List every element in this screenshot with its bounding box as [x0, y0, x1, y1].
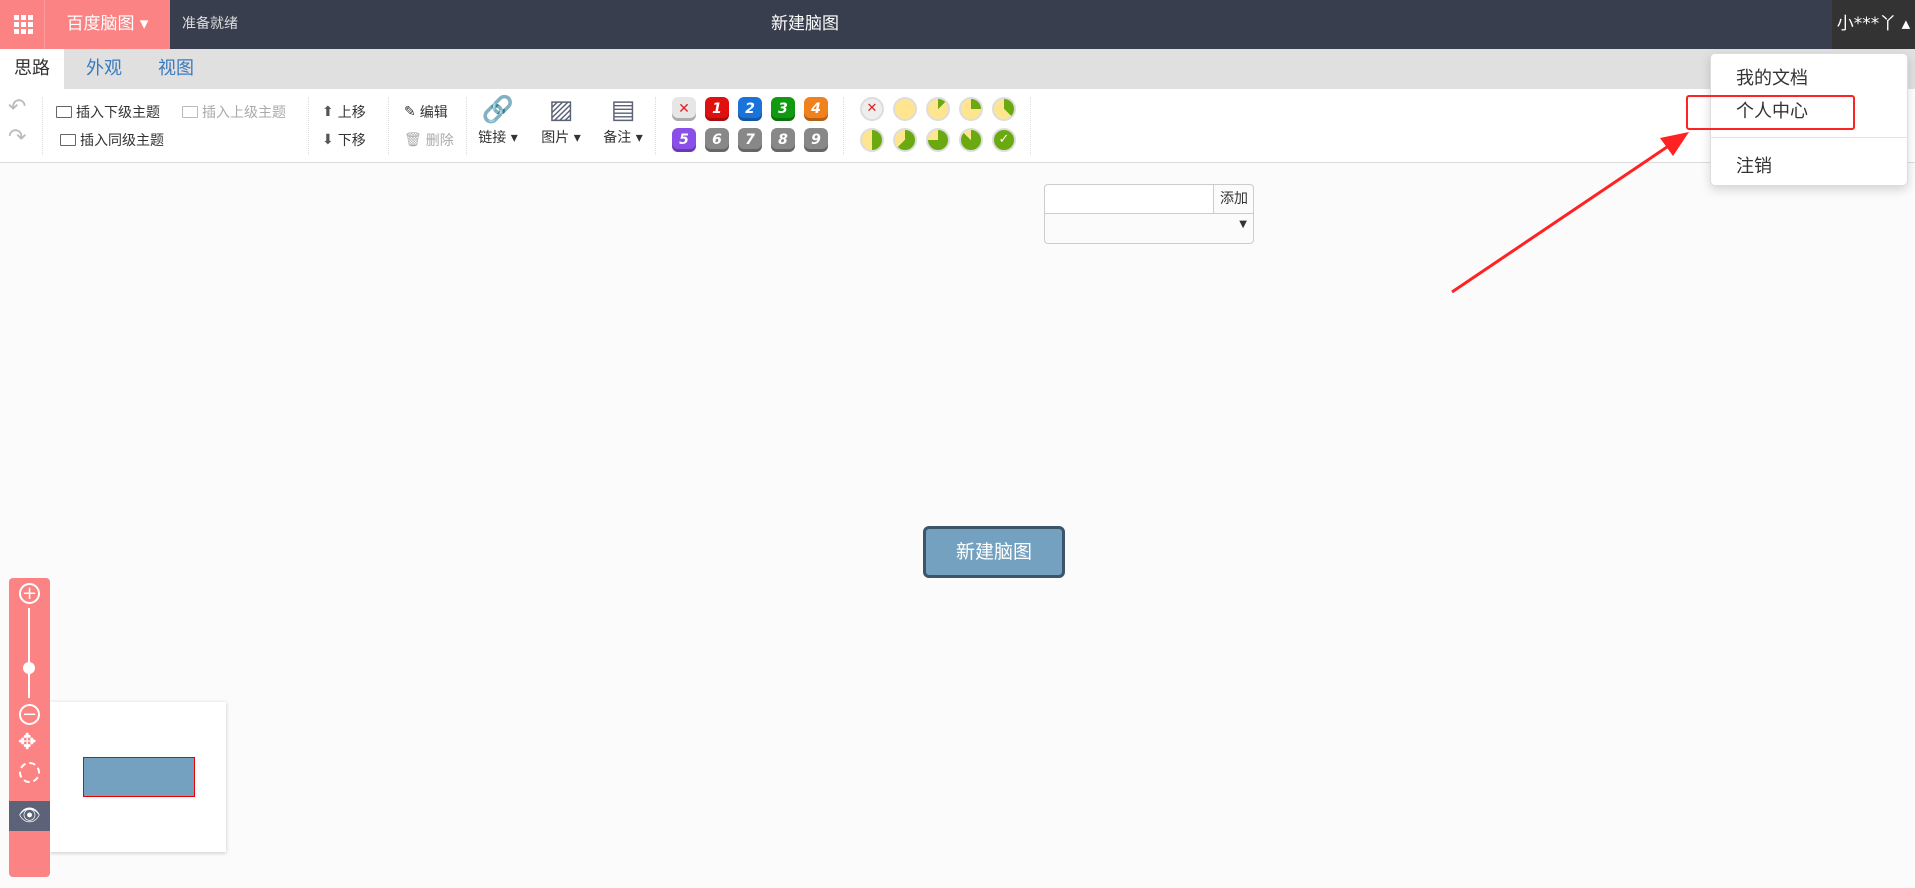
priority-remove-icon[interactable]: ✕ — [672, 97, 696, 121]
minimap[interactable] — [50, 702, 226, 852]
insert-parent-icon — [182, 106, 198, 118]
note-label: 备注 ▾ — [603, 130, 643, 146]
tab-view[interactable]: 视图 — [144, 49, 208, 89]
link-button[interactable]: 🔗 链接 ▾ — [474, 93, 522, 147]
priority-5-icon[interactable]: 5 — [672, 128, 696, 152]
insert-sibling-icon — [60, 134, 76, 146]
menu-item-logout[interactable]: 注销 — [1736, 152, 1772, 178]
priority-1-icon[interactable]: 1 — [705, 97, 729, 121]
progress-done-icon[interactable]: ✓ — [992, 128, 1016, 152]
priority-4-icon[interactable]: 4 — [804, 97, 828, 121]
progress-4-icon[interactable] — [860, 128, 884, 152]
progress-1-icon[interactable] — [926, 97, 950, 121]
note-icon: ▤ — [610, 95, 636, 125]
priority-9-icon[interactable]: 9 — [804, 128, 828, 152]
highlight-box — [1686, 95, 1855, 130]
menu-item-my-docs[interactable]: 我的文档 — [1736, 64, 1808, 90]
note-button[interactable]: ▤ 备注 ▾ — [599, 93, 647, 147]
insert-sibling-button[interactable]: 插入同级主题 — [60, 130, 164, 150]
zoom-slider-track[interactable] — [28, 608, 30, 698]
move-up-button[interactable]: ⬆ 上移 — [322, 102, 366, 122]
priority-3-icon[interactable]: 3 — [771, 97, 795, 121]
progress-3-icon[interactable] — [992, 97, 1016, 121]
arrow-down-icon: ⬇ — [322, 132, 334, 148]
resource-input[interactable] — [1045, 185, 1213, 214]
edit-button[interactable]: ✎ 编辑 — [404, 102, 448, 122]
priority-7-icon[interactable]: 7 — [738, 128, 762, 152]
progress-remove-icon[interactable]: ✕ — [860, 97, 884, 121]
resource-select-caret-icon[interactable]: ▼ — [1239, 219, 1247, 230]
zoom-pan-panel: + − ✥ 👁 — [9, 578, 50, 877]
delete-button[interactable]: 🗑 删除 — [404, 130, 454, 150]
tab-idea[interactable]: 思路 — [0, 49, 64, 89]
priority-6-icon[interactable]: 6 — [705, 128, 729, 152]
locate-icon[interactable] — [19, 762, 40, 783]
progress-6-icon[interactable] — [926, 128, 950, 152]
link-icon: 🔗 — [481, 95, 515, 125]
progress-2-icon[interactable] — [959, 97, 983, 121]
add-resource-button[interactable]: 添加 — [1213, 185, 1254, 214]
insert-parent-label: 插入上级主题 — [202, 105, 286, 121]
move-up-label: 上移 — [337, 105, 366, 121]
link-label: 链接 ▾ — [478, 130, 518, 146]
tab-appearance[interactable]: 外观 — [72, 49, 136, 89]
move-icon[interactable]: ✥ — [18, 730, 36, 755]
user-menu[interactable]: 小***丫 ▴ — [1832, 0, 1915, 49]
progress-0-icon[interactable] — [893, 97, 917, 121]
eye-icon[interactable]: 👁 — [9, 801, 50, 831]
minimap-viewport[interactable] — [83, 757, 195, 797]
redo-icon[interactable]: ↷ — [8, 125, 26, 150]
menu-divider — [1711, 137, 1907, 138]
insert-child-label: 插入下级主题 — [76, 105, 160, 121]
undo-icon[interactable]: ↶ — [8, 95, 26, 120]
root-node[interactable]: 新建脑图 — [923, 526, 1065, 578]
arrow-up-icon: ⬆ — [322, 104, 334, 120]
zoom-in-icon[interactable]: + — [19, 583, 40, 604]
insert-parent-button[interactable]: 插入上级主题 — [182, 102, 286, 122]
image-icon: ▨ — [548, 95, 574, 125]
zoom-slider-handle[interactable] — [23, 662, 35, 674]
progress-7-icon[interactable] — [959, 128, 983, 152]
priority-8-icon[interactable]: 8 — [771, 128, 795, 152]
delete-label: 删除 — [425, 133, 454, 149]
document-title[interactable]: 新建脑图 — [0, 0, 1610, 49]
insert-child-button[interactable]: 插入下级主题 — [56, 102, 160, 122]
edit-icon: ✎ — [404, 104, 416, 120]
insert-sibling-label: 插入同级主题 — [80, 133, 164, 149]
zoom-out-icon[interactable]: − — [19, 704, 40, 725]
edit-label: 编辑 — [419, 105, 448, 121]
insert-child-icon — [56, 106, 72, 118]
tab-bar: 思路 外观 视图 — [0, 49, 1915, 89]
resource-box: 添加 ▼ — [1044, 184, 1254, 244]
move-down-label: 下移 — [337, 133, 366, 149]
progress-5-icon[interactable] — [893, 128, 917, 152]
move-down-button[interactable]: ⬇ 下移 — [322, 130, 366, 150]
trash-icon: 🗑 — [404, 132, 422, 148]
top-bar: 百度脑图 ▾ 准备就绪 新建脑图 小***丫 ▴ — [0, 0, 1915, 49]
toolbar: ↶ ↷ 插入下级主题 插入上级主题 插入同级主题 ⬆ 上移 ⬇ 下移 ✎ 编辑 🗑 删除… — [0, 89, 1915, 244]
image-button[interactable]: ▨ 图片 ▾ — [537, 93, 585, 147]
priority-2-icon[interactable]: 2 — [738, 97, 762, 121]
image-label: 图片 ▾ — [541, 130, 581, 146]
